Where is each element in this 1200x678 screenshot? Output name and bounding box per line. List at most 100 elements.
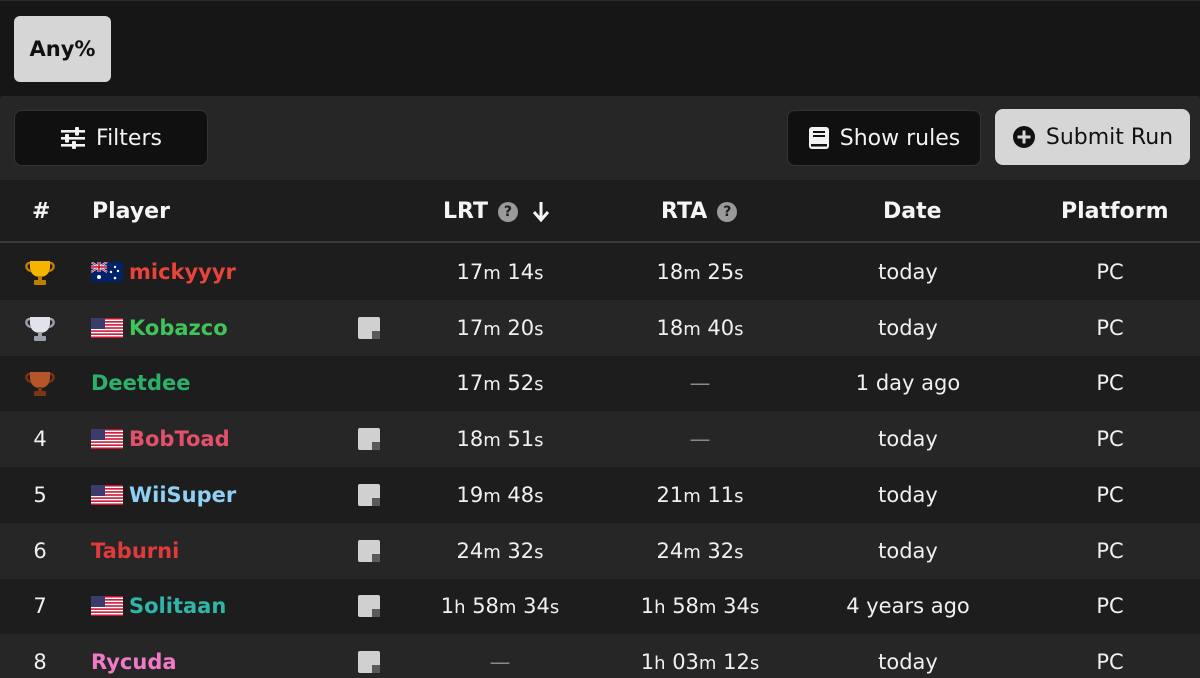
note-icon[interactable] <box>358 539 380 562</box>
table-row[interactable]: Kobazco 17m 20s 18m 40s today PC <box>0 299 1200 356</box>
player-name[interactable]: Solitaan <box>129 594 226 618</box>
rta-value: 18m 25s <box>656 260 744 284</box>
platform-cell: PC <box>1030 467 1190 523</box>
player-cell[interactable]: mickyyyr <box>91 244 351 300</box>
rta-cell: — <box>600 355 800 411</box>
column-rank-header: # <box>32 199 51 224</box>
rta-value: 1h 03m 12s <box>640 649 760 674</box>
lrt-cell: 24m 32s <box>400 523 600 579</box>
rta-value: 1h 58m 34s <box>640 594 760 619</box>
lrt-cell: 17m 20s <box>400 300 600 356</box>
player-name[interactable]: Deetdee <box>91 371 190 395</box>
platform-value: PC <box>1096 538 1124 563</box>
note-icon[interactable] <box>358 483 380 506</box>
rank-value: 7 <box>33 594 47 619</box>
platform-value: PC <box>1096 649 1124 674</box>
date-value: 4 years ago <box>846 594 970 619</box>
lrt-value: 17m 14s <box>456 260 544 284</box>
leaderboard-toolbar: Filters Show rules Submit Run <box>0 96 1200 180</box>
date-value: today <box>878 260 938 284</box>
table-row[interactable]: 6 Taburni 24m 32s 24m 32s today PC <box>0 522 1200 579</box>
table-row[interactable]: Deetdee 17m 52s — 1 day ago PC <box>0 355 1200 411</box>
player-cell[interactable]: Rycuda <box>91 634 351 678</box>
rank-value: 6 <box>33 538 47 563</box>
rta-cell: 18m 40s <box>600 300 800 356</box>
note-cell <box>352 467 386 523</box>
rta-cell: 1h 03m 12s <box>600 634 800 678</box>
submit-run-label: Submit Run <box>1045 124 1174 150</box>
rank-cell: 7 <box>0 578 80 634</box>
rta-cell: — <box>600 411 800 467</box>
lrt-value: 19m 48s <box>456 482 544 507</box>
date-value: today <box>878 649 938 674</box>
player-name[interactable]: Rycuda <box>91 650 177 674</box>
table-header: # Player LRT ? RTA ? Date Platform <box>0 180 1200 243</box>
player-cell[interactable]: Solitaan <box>91 578 351 634</box>
date-cell: today <box>808 523 1008 579</box>
column-rta-header[interactable]: RTA ? <box>661 180 738 243</box>
note-cell <box>352 355 386 411</box>
date-cell: today <box>808 300 1008 356</box>
player-name[interactable]: mickyyyr <box>129 260 236 284</box>
date-value: 1 day ago <box>855 371 961 396</box>
note-icon[interactable] <box>358 650 380 673</box>
platform-value: PC <box>1096 482 1124 507</box>
column-date-header[interactable]: Date <box>883 180 942 243</box>
date-value: today <box>878 427 938 452</box>
arrow-down-icon <box>532 201 550 222</box>
note-cell <box>352 634 386 678</box>
note-icon[interactable] <box>358 595 380 618</box>
date-cell: today <box>808 411 1008 467</box>
date-value: today <box>878 538 938 563</box>
date-cell: today <box>808 244 1008 300</box>
submit-run-button[interactable]: Submit Run <box>995 109 1190 165</box>
column-lrt-header[interactable]: LRT ? <box>443 180 550 243</box>
player-name[interactable]: Kobazco <box>129 316 228 340</box>
platform-cell: PC <box>1030 300 1190 356</box>
platform-cell: PC <box>1030 411 1190 467</box>
column-platform-header[interactable]: Platform <box>1061 180 1169 243</box>
filters-button[interactable]: Filters <box>14 110 208 166</box>
date-cell: today <box>808 634 1008 678</box>
rta-value: 24m 32s <box>656 538 744 563</box>
player-name[interactable]: WiiSuper <box>129 483 236 507</box>
date-value: today <box>878 315 938 340</box>
lrt-help-icon[interactable]: ? <box>497 201 518 222</box>
rta-help-icon[interactable]: ? <box>717 201 738 222</box>
platform-cell: PC <box>1030 578 1190 634</box>
lrt-cell: 1h 58m 34s <box>400 578 600 634</box>
lrt-header-label: LRT <box>443 199 488 224</box>
rta-empty: — <box>689 427 711 452</box>
lrt-value: 1h 58m 34s <box>440 594 560 619</box>
table-row[interactable]: 5 WiiSuper 19m 48s 21m 11s today PC <box>0 467 1200 523</box>
player-cell[interactable]: WiiSuper <box>91 467 351 523</box>
date-cell: 4 years ago <box>808 578 1008 634</box>
flag-us-icon <box>91 429 123 450</box>
player-cell[interactable]: BobToad <box>91 411 351 467</box>
table-row[interactable]: 8 Rycuda — 1h 03m 12s today PC <box>0 633 1200 678</box>
lrt-cell: — <box>400 634 600 678</box>
show-rules-button[interactable]: Show rules <box>787 110 981 166</box>
rank-value: 8 <box>33 649 47 674</box>
player-cell[interactable]: Kobazco <box>91 300 351 356</box>
table-row[interactable]: 4 BobToad 18m 51s — today PC <box>0 411 1200 468</box>
column-player-header[interactable]: Player <box>92 180 170 243</box>
lrt-cell: 19m 48s <box>400 467 600 523</box>
trophy-silver-icon <box>25 316 55 341</box>
table-row[interactable]: 7 Solitaan 1h 58m 34s 1h 58m 34s 4 years… <box>0 578 1200 634</box>
category-any-percent-tab[interactable]: Any% <box>14 16 111 82</box>
platform-value: PC <box>1096 260 1124 284</box>
player-name[interactable]: BobToad <box>129 427 230 451</box>
rank-cell <box>0 300 80 356</box>
player-cell[interactable]: Taburni <box>91 523 351 579</box>
player-name[interactable]: Taburni <box>91 539 179 563</box>
player-cell[interactable]: Deetdee <box>91 355 351 411</box>
rank-cell: 4 <box>0 411 80 467</box>
lrt-cell: 18m 51s <box>400 411 600 467</box>
note-icon[interactable] <box>358 428 380 451</box>
table-row[interactable]: mickyyyr 17m 14s 18m 25s today PC <box>0 244 1200 300</box>
note-cell <box>352 244 386 300</box>
lrt-cell: 17m 52s <box>400 355 600 411</box>
note-icon[interactable] <box>358 316 380 339</box>
rank-value: 5 <box>33 482 47 507</box>
